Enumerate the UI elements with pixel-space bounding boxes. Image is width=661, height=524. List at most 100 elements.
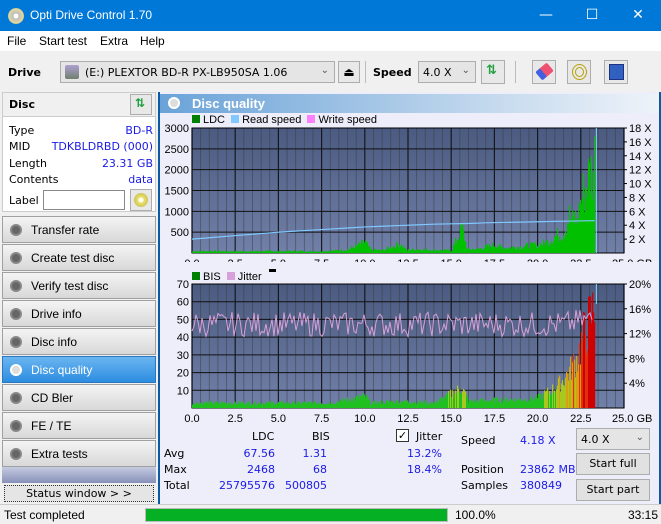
close-button[interactable]: ✕ bbox=[615, 0, 661, 31]
transfer-rate-icon bbox=[10, 224, 22, 236]
ldc-avg-value: 67.56 bbox=[243, 447, 276, 460]
create-disc-icon bbox=[10, 252, 22, 264]
speed-label: Speed bbox=[461, 434, 496, 447]
x-tick-label: 12.5 bbox=[397, 413, 418, 424]
stats-total-label: Total bbox=[164, 479, 190, 492]
x-tick-label: 22.5 bbox=[570, 413, 591, 424]
erase-button[interactable] bbox=[532, 60, 556, 84]
samples-value: 380849 bbox=[520, 479, 562, 492]
position-label: Position bbox=[461, 463, 504, 476]
title-bar: Opti Drive Control 1.70 — ☐ ✕ bbox=[0, 0, 661, 31]
refresh-button[interactable]: ⇅ bbox=[481, 60, 505, 84]
chevron-down-icon: ⌄ bbox=[461, 65, 470, 76]
disc-label-label: Label bbox=[9, 194, 39, 207]
menu-extra[interactable]: Extra bbox=[100, 34, 128, 48]
disc-title: Disc bbox=[9, 98, 35, 111]
y-tick-label: 30 bbox=[177, 350, 189, 362]
refresh-icon: ⇅ bbox=[486, 63, 497, 78]
ldc-bar bbox=[594, 136, 596, 253]
disc-mid-row: MID TDKBLDRBD (000) bbox=[9, 140, 153, 153]
y-tick-label: 20 bbox=[177, 368, 189, 380]
toolbar-divider bbox=[515, 61, 516, 83]
y2-tick-label: 18 X bbox=[629, 123, 652, 135]
status-window-button[interactable]: Status window > > bbox=[4, 485, 154, 502]
y2-tick-label: 8 X bbox=[629, 192, 646, 204]
nav-fe-te[interactable]: FE / TE bbox=[2, 412, 156, 439]
nav-disc-quality[interactable]: Disc quality bbox=[2, 356, 156, 383]
x-tick-label: 15.0 bbox=[440, 413, 461, 424]
nav-create-test-disc[interactable]: Create test disc bbox=[2, 244, 156, 271]
toolbar-divider bbox=[365, 61, 366, 83]
drive-select[interactable]: (E:) PLEXTOR BD-R PX-LB950SA 1.06 ⌄ bbox=[60, 61, 335, 83]
speed-select[interactable]: 4.0 X ⌄ bbox=[418, 61, 476, 83]
nav-drive-info[interactable]: Drive info bbox=[2, 300, 156, 327]
nav-verify-test-disc[interactable]: Verify test disc bbox=[2, 272, 156, 299]
jitter-avg-value: 13.2% bbox=[407, 447, 442, 460]
bis-max-value: 68 bbox=[313, 463, 327, 476]
disc-type-value: BD-R bbox=[125, 124, 153, 137]
y2-tick-label: 8% bbox=[629, 353, 645, 365]
jitter-label: Jitter bbox=[416, 430, 443, 443]
ldc-max-value: 2468 bbox=[247, 463, 275, 476]
disc-mid-value: TDKBLDRBD (000) bbox=[51, 140, 153, 153]
bis-jitter-chart: 0.0 2.5 5.0 7.5 10.0 12.5 15.0 17.5 20.0 22.5 25.0… bbox=[177, 279, 653, 424]
speed-label: Speed bbox=[373, 66, 412, 79]
eraser-icon bbox=[535, 62, 554, 81]
save-icon bbox=[609, 64, 624, 80]
drive-icon bbox=[65, 65, 79, 79]
minimize-button[interactable]: — bbox=[523, 0, 569, 31]
sidebar-filler bbox=[2, 467, 156, 483]
status-text: Test completed bbox=[4, 508, 85, 522]
jitter-max-value: 18.4% bbox=[407, 463, 442, 476]
chevron-down-icon: ⌄ bbox=[635, 432, 644, 443]
y-tick-label: 3000 bbox=[165, 123, 189, 135]
progress-fill bbox=[146, 509, 447, 521]
disc-quality-icon bbox=[10, 364, 22, 376]
save-button[interactable] bbox=[604, 60, 628, 84]
eject-icon: ⏏ bbox=[343, 65, 355, 79]
disc-label-button[interactable] bbox=[130, 189, 152, 211]
disc-refresh-button[interactable]: ⇅ bbox=[130, 94, 152, 115]
start-full-button[interactable]: Start full bbox=[576, 453, 650, 475]
x-tick-label: 25.0 GB bbox=[612, 413, 652, 424]
x-tick-label: 15.0 bbox=[440, 258, 461, 262]
disc-quality-icon bbox=[168, 97, 180, 109]
disc-panel: Disc ⇅ Type BD-R MID TDKBLDRBD (000) Len… bbox=[2, 92, 156, 212]
settings-icon bbox=[572, 64, 587, 80]
jitter-checkbox[interactable]: ✓ bbox=[396, 429, 409, 442]
nav-cd-bler[interactable]: CD Bler bbox=[2, 384, 156, 411]
nav-extra-tests[interactable]: Extra tests bbox=[2, 440, 156, 467]
x-tick-label: 7.5 bbox=[314, 413, 329, 424]
nav-disc-info[interactable]: Disc info bbox=[2, 328, 156, 355]
toolbar: Drive (E:) PLEXTOR BD-R PX-LB950SA 1.06 … bbox=[0, 51, 661, 92]
menu-start-test[interactable]: Start test bbox=[39, 34, 87, 48]
menu-file[interactable]: File bbox=[7, 34, 26, 48]
settings-button[interactable] bbox=[567, 60, 591, 84]
y-tick-label: 2000 bbox=[165, 165, 189, 177]
maximize-button[interactable]: ☐ bbox=[569, 0, 615, 31]
start-part-button[interactable]: Start part bbox=[576, 479, 650, 501]
drive-info-icon bbox=[10, 308, 22, 320]
y2-tick-label: 16% bbox=[629, 304, 651, 316]
eject-button[interactable]: ⏏ bbox=[338, 61, 360, 83]
y2-tick-label: 16 X bbox=[629, 137, 652, 149]
menu-help[interactable]: Help bbox=[140, 34, 165, 48]
samples-label: Samples bbox=[461, 479, 508, 492]
x-tick-label: 17.5 bbox=[484, 258, 505, 262]
ldc-chart: 0.0 2.5 5.0 7.5 10.0 12.5 15.0 17.5 20.0 22.5 25.0… bbox=[165, 123, 653, 262]
y2-tick-label: 12% bbox=[629, 329, 651, 341]
y-tick-label: 1500 bbox=[165, 186, 189, 198]
test-speed-select[interactable]: 4.0 X ⌄ bbox=[576, 428, 650, 450]
y-tick-label: 10 bbox=[177, 385, 189, 397]
disc-label-input[interactable] bbox=[43, 190, 125, 210]
disc-contents-row: Contents data bbox=[9, 173, 153, 186]
y-tick-label: 1000 bbox=[165, 206, 189, 218]
x-tick-label: 25.0 GB bbox=[612, 258, 652, 262]
y2-tick-label: 6 X bbox=[629, 206, 646, 218]
disc-length-row: Length 23.31 GB bbox=[9, 157, 153, 170]
bis-avg-value: 1.31 bbox=[302, 447, 328, 460]
y-tick-label: 50 bbox=[177, 314, 189, 326]
nav-transfer-rate[interactable]: Transfer rate bbox=[2, 216, 156, 243]
sidebar: Disc ⇅ Type BD-R MID TDKBLDRBD (000) Len… bbox=[0, 92, 158, 504]
position-value: 23862 MB bbox=[520, 463, 576, 476]
